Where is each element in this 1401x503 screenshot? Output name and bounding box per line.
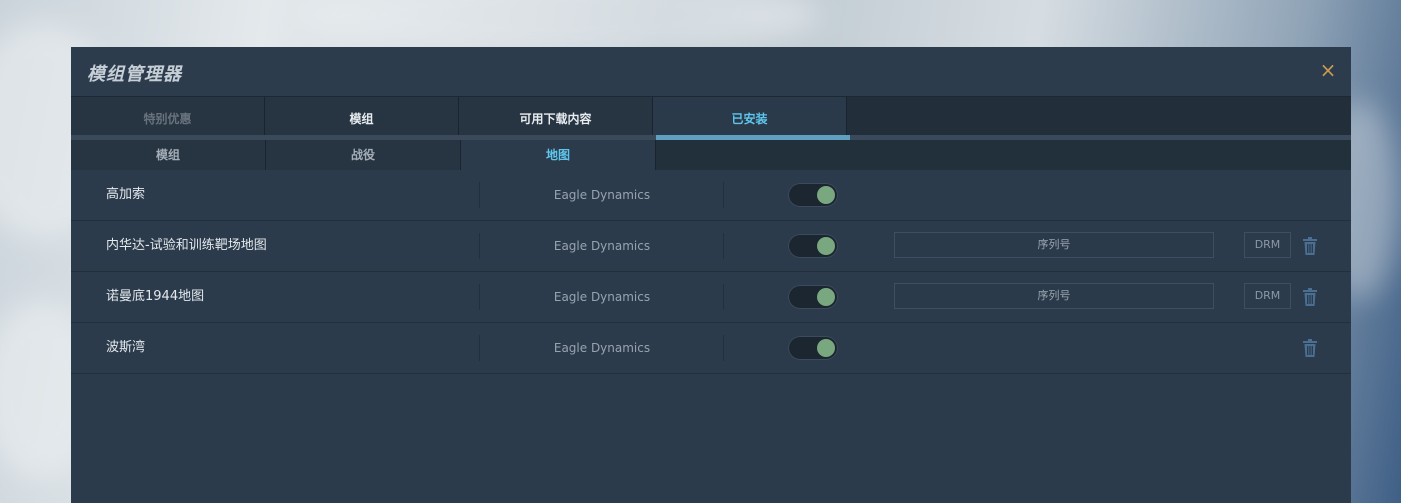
serial-number-input[interactable]: 序列号 (894, 283, 1214, 309)
serial-number-input[interactable]: 序列号 (894, 232, 1214, 258)
column-divider (723, 233, 724, 259)
map-author: Eagle Dynamics (553, 290, 651, 304)
title-bar: 模组管理器 × (71, 47, 1351, 97)
tab-active-indicator (656, 135, 850, 140)
toggle-knob (817, 186, 835, 204)
list-item: 诺曼底1944地图 Eagle Dynamics 序列号 DRM (71, 272, 1351, 323)
window-title: 模组管理器 (87, 64, 182, 85)
close-icon[interactable]: × (1319, 59, 1337, 81)
map-author: Eagle Dynamics (553, 239, 651, 253)
main-tabs: 特别优惠 模组 可用下载内容 已安装 (71, 97, 1351, 140)
subtab-modules[interactable]: 模组 (71, 140, 266, 170)
trash-icon[interactable] (1302, 339, 1318, 357)
list-item: 内华达-试验和训练靶场地图 Eagle Dynamics 序列号 DRM (71, 221, 1351, 272)
trash-icon[interactable] (1302, 288, 1318, 306)
enable-toggle[interactable] (788, 336, 838, 360)
list-item: 波斯湾 Eagle Dynamics (71, 323, 1351, 374)
map-name: 诺曼底1944地图 (106, 289, 205, 304)
tab-special-offers[interactable]: 特别优惠 (71, 97, 265, 140)
trash-icon[interactable] (1302, 237, 1318, 255)
toggle-knob (817, 288, 835, 306)
toggle-knob (817, 339, 835, 357)
column-divider (723, 182, 724, 208)
column-divider (723, 335, 724, 361)
enable-toggle[interactable] (788, 285, 838, 309)
mod-manager-window: 模组管理器 × 特别优惠 模组 可用下载内容 已安装 模组 战役 地图 高加索 … (71, 47, 1351, 503)
drm-button[interactable]: DRM (1244, 232, 1291, 258)
subtab-maps[interactable]: 地图 (461, 140, 656, 170)
column-divider (723, 284, 724, 310)
list-item: 高加索 Eagle Dynamics (71, 170, 1351, 221)
tab-modules[interactable]: 模组 (265, 97, 459, 140)
tab-installed[interactable]: 已安装 (653, 97, 847, 140)
sub-tabs: 模组 战役 地图 (71, 140, 1351, 170)
enable-toggle[interactable] (788, 234, 838, 258)
tab-indicator-track (71, 135, 1351, 140)
map-name: 波斯湾 (106, 340, 146, 355)
tab-downloadable-content[interactable]: 可用下载内容 (459, 97, 653, 140)
map-name: 内华达-试验和训练靶场地图 (106, 238, 267, 253)
toggle-knob (817, 237, 835, 255)
map-name: 高加索 (106, 187, 146, 202)
map-author: Eagle Dynamics (553, 188, 651, 202)
map-author: Eagle Dynamics (553, 341, 651, 355)
enable-toggle[interactable] (788, 183, 838, 207)
drm-button[interactable]: DRM (1244, 283, 1291, 309)
subtab-campaigns[interactable]: 战役 (266, 140, 461, 170)
installed-maps-list: 高加索 Eagle Dynamics 内华达-试验和训练靶场地图 Eagle D… (71, 170, 1351, 374)
